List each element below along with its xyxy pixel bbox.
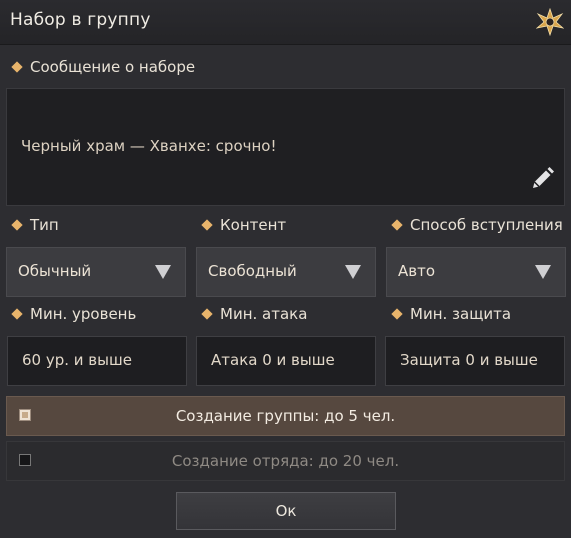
diamond-bullet-icon [11,219,23,231]
min-level-value: 60 ур. и выше [22,351,132,369]
join-method-dropdown[interactable]: Авто [386,247,566,297]
diamond-bullet-icon [201,219,213,231]
min-level-field[interactable]: 60 ур. и выше [7,336,187,386]
min-level-label: Мин. уровень [11,305,136,323]
diamond-bullet-icon [11,61,23,73]
diamond-bullet-icon [201,308,213,320]
join-method-label: Способ вступления [391,216,563,234]
content-value: Свободный [208,262,297,280]
join-method-value: Авто [398,262,436,280]
ok-button[interactable]: Ок [176,492,396,530]
diamond-bullet-icon [391,308,403,320]
create-squad-option[interactable]: Создание отряда: до 20 чел. [6,441,565,481]
min-defense-label: Мин. защита [391,305,511,323]
min-attack-value: Атака 0 и выше [211,351,335,369]
gold-star-emblem-icon [536,8,564,36]
chevron-down-icon [155,265,171,279]
type-label: Тип [11,216,59,234]
message-label: Сообщение о наборе [11,58,195,76]
window-title: Набор в группу [10,10,151,30]
create-group-label: Создание группы: до 5 чел. [175,407,396,425]
chevron-down-icon [535,265,551,279]
pencil-icon[interactable] [528,165,556,193]
chevron-down-icon [345,265,361,279]
message-box[interactable]: Черный храм — Хванхе: срочно! [6,88,565,206]
min-attack-label: Мин. атака [201,305,307,323]
diamond-bullet-icon [391,219,403,231]
min-defense-value: Защита 0 и выше [400,351,538,369]
content-label: Контент [201,216,286,234]
message-text: Черный храм — Хванхе: срочно! [21,137,277,155]
title-bar: Набор в группу [0,0,571,45]
type-dropdown[interactable]: Обычный [6,247,186,297]
create-squad-label: Создание отряда: до 20 чел. [171,452,400,470]
type-value: Обычный [18,262,92,280]
diamond-bullet-icon [11,308,23,320]
min-defense-field[interactable]: Защита 0 и выше [385,336,565,386]
min-attack-field[interactable]: Атака 0 и выше [196,336,376,386]
create-group-option[interactable]: Создание группы: до 5 чел. [6,396,565,436]
content-dropdown[interactable]: Свободный [196,247,376,297]
